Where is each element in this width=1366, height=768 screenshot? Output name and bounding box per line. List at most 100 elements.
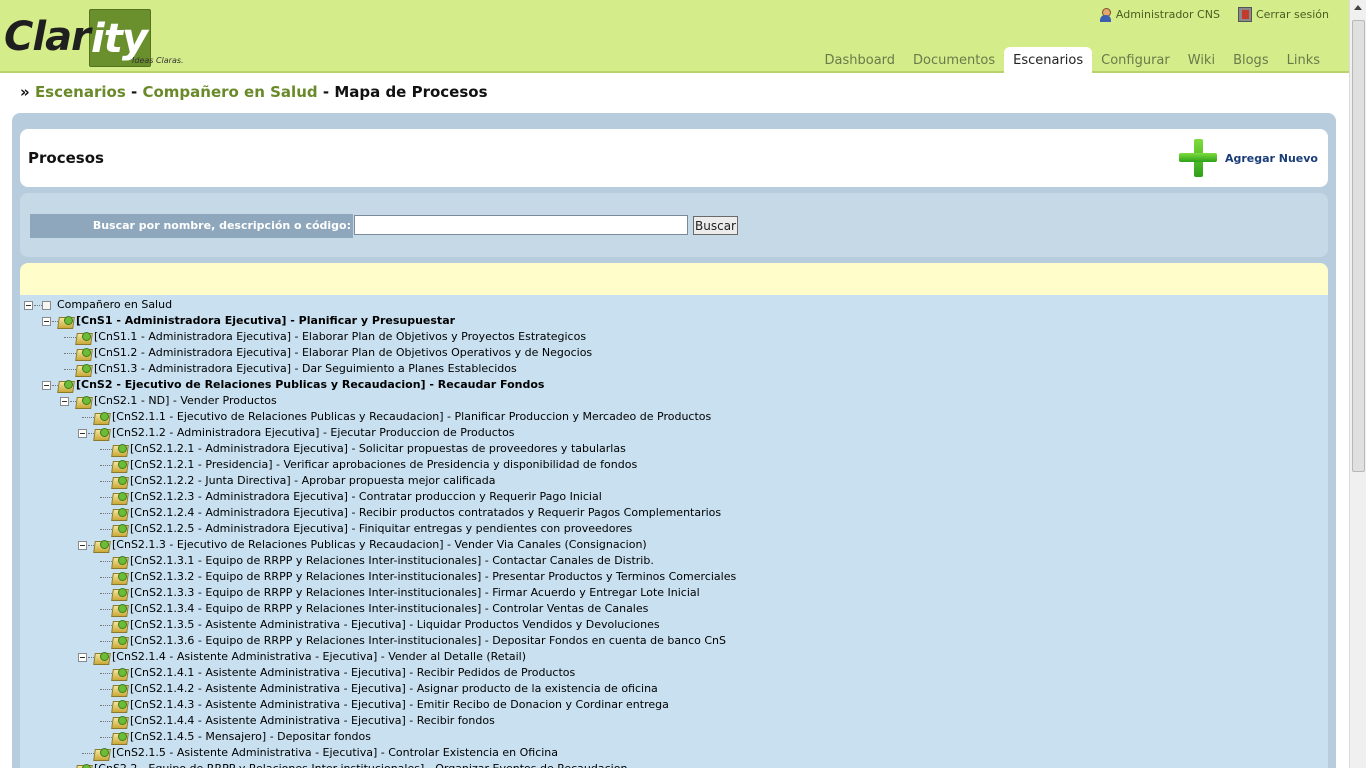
tree-node[interactable]: [CnS2.1.1 - Ejecutivo de Relaciones Publ… [20, 409, 1328, 425]
collapse-toggle-icon[interactable] [78, 541, 87, 550]
tree-node-label: [CnS2.1.3.2 - Equipo de RRPP y Relacione… [130, 570, 737, 583]
collapse-toggle-icon[interactable] [24, 301, 33, 310]
breadcrumb-prefix: » [20, 83, 30, 101]
tree-node-label: [CnS2.1 - ND] - Vender Productos [94, 394, 277, 407]
scroll-thumb[interactable] [1352, 20, 1365, 472]
user-profile-link[interactable]: Administrador CNS [1099, 7, 1220, 22]
process-icon [75, 762, 91, 768]
tree-node-label: [CnS2.1.3.3 - Equipo de RRPP y Relacione… [130, 586, 700, 599]
main-panel: Procesos Agregar Nuevo Buscar por nombre… [12, 113, 1336, 768]
tree-node-label: [CnS2.1.4.3 - Asistente Administrativa -… [130, 698, 669, 711]
main-nav: Dashboard Documentos Escenarios Configurar W… [816, 47, 1330, 73]
collapse-toggle-icon[interactable] [78, 653, 87, 662]
tree-node[interactable]: [CnS2.1 - ND] - Vender Productos [20, 393, 1328, 409]
add-new-button[interactable]: Agregar Nuevo [1178, 137, 1318, 179]
process-icon [111, 570, 127, 584]
tree-node[interactable]: Compañero en Salud [20, 297, 1328, 313]
nav-tab-wiki[interactable]: Wiki [1179, 47, 1224, 73]
tree-node-label: [CnS2.1.2.3 - Administradora Ejecutiva] … [130, 490, 602, 503]
scroll-up-arrow-icon[interactable] [1354, 5, 1362, 10]
nav-tab-escenarios[interactable]: Escenarios [1004, 47, 1093, 73]
tree-node[interactable]: [CnS2.1.4.5 - Mensajero] - Depositar fon… [20, 729, 1328, 745]
collapse-toggle-icon[interactable] [60, 397, 69, 406]
process-icon [111, 698, 127, 712]
user-icon [1099, 7, 1112, 22]
process-icon [111, 458, 127, 472]
tree-node[interactable]: [CnS2.1.4.3 - Asistente Administrativa -… [20, 697, 1328, 713]
tree-node-label: [CnS2.1.4.5 - Mensajero] - Depositar fon… [130, 730, 371, 743]
tree-node[interactable]: [CnS2.1.2.4 - Administradora Ejecutiva] … [20, 505, 1328, 521]
nav-tab-blogs[interactable]: Blogs [1224, 47, 1278, 73]
breadcrumb-separator: - [322, 83, 330, 101]
tree-connector [34, 305, 42, 306]
process-icon [93, 650, 109, 664]
collapse-toggle-icon[interactable] [42, 317, 51, 326]
nav-tab-links[interactable]: Links [1278, 47, 1329, 73]
tree-node[interactable]: [CnS2.1.3.6 - Equipo de RRPP y Relacione… [20, 633, 1328, 649]
process-icon [111, 714, 127, 728]
tree-node-label: [CnS1.3 - Administradora Ejecutiva] - Da… [94, 362, 517, 375]
page-title: Procesos [28, 149, 104, 167]
tree-node[interactable]: [CnS2.1.3.3 - Equipo de RRPP y Relacione… [20, 585, 1328, 601]
user-links: Administrador CNS Cerrar sesión [1099, 7, 1329, 22]
tree-node[interactable]: [CnS2.1.4 - Asistente Administrativa - E… [20, 649, 1328, 665]
tree-node[interactable]: [CnS1 - Administradora Ejecutiva] - Plan… [20, 313, 1328, 329]
tree-node[interactable]: [CnS2.2 - Equipo de RRPP y Relaciones In… [20, 761, 1328, 768]
tree-node-label: [CnS2.1.1 - Ejecutivo de Relaciones Publ… [112, 410, 712, 423]
tree-node[interactable]: [CnS2.1.3 - Ejecutivo de Relaciones Publ… [20, 537, 1328, 553]
tree-node[interactable]: [CnS2.1.3.4 - Equipo de RRPP y Relacione… [20, 601, 1328, 617]
process-icon [111, 506, 127, 520]
process-icon [111, 554, 127, 568]
tree-node[interactable]: [CnS2.1.4.2 - Asistente Administrativa -… [20, 681, 1328, 697]
tree-node[interactable]: [CnS2.1.2.1 - Administradora Ejecutiva] … [20, 441, 1328, 457]
collapse-toggle-icon[interactable] [42, 381, 51, 390]
breadcrumb-separator: - [131, 83, 138, 101]
clarity-logo[interactable]: Clar ity Ideas Claras. [4, 6, 184, 67]
logout-link[interactable]: Cerrar sesión [1237, 7, 1329, 22]
search-button[interactable]: Buscar [693, 216, 738, 235]
nav-tab-dashboard[interactable]: Dashboard [816, 47, 905, 73]
tree-node[interactable]: [CnS2.1.3.5 - Asistente Administrativa -… [20, 617, 1328, 633]
tree-node-label: [CnS2.1.4 - Asistente Administrativa - E… [112, 650, 527, 663]
notice-bar [20, 263, 1328, 295]
tree-node[interactable]: [CnS2.1.2.1 - Presidencia] - Verificar a… [20, 457, 1328, 473]
tree-node[interactable]: [CnS2.1.4.4 - Asistente Administrativa -… [20, 713, 1328, 729]
breadcrumb-link-scenario[interactable]: Compañero en Salud [142, 83, 317, 101]
tree-node[interactable]: [CnS1.2 - Administradora Ejecutiva] - El… [20, 345, 1328, 361]
tree-node[interactable]: [CnS1.3 - Administradora Ejecutiva] - Da… [20, 361, 1328, 377]
title-box: Procesos Agregar Nuevo [20, 129, 1328, 187]
tree-node-label: [CnS2.1.4.1 - Asistente Administrativa -… [130, 666, 576, 679]
process-icon [111, 442, 127, 456]
tree-node[interactable]: [CnS2.1.4.1 - Asistente Administrativa -… [20, 665, 1328, 681]
tree-node[interactable]: [CnS2.1.2.3 - Administradora Ejecutiva] … [20, 489, 1328, 505]
collapse-toggle-icon[interactable] [78, 429, 87, 438]
search-input[interactable] [354, 215, 688, 235]
tree-node-label: [CnS2 - Ejecutivo de Relaciones Publicas… [76, 378, 545, 391]
tree-node[interactable]: [CnS2.1.2 - Administradora Ejecutiva] - … [20, 425, 1328, 441]
tree-node[interactable]: [CnS2 - Ejecutivo de Relaciones Publicas… [20, 377, 1328, 393]
tree-node-label: [CnS2.1.3.4 - Equipo de RRPP y Relacione… [130, 602, 649, 615]
tree-node-label: [CnS1.2 - Administradora Ejecutiva] - El… [94, 346, 593, 359]
nav-tab-configurar[interactable]: Configurar [1092, 47, 1179, 73]
page-scrollbar[interactable] [1349, 0, 1366, 768]
tree-node[interactable]: [CnS2.1.2.5 - Administradora Ejecutiva] … [20, 521, 1328, 537]
process-icon [93, 746, 109, 760]
breadcrumb-link-escenarios[interactable]: Escenarios [35, 83, 126, 101]
process-icon [75, 330, 91, 344]
tree-node-label: [CnS2.1.4.2 - Asistente Administrativa -… [130, 682, 658, 695]
tree-node-label: [CnS2.1.2 - Administradora Ejecutiva] - … [112, 426, 515, 439]
logo-text-prefix: Clar [4, 14, 91, 60]
tree-node-label: [CnS2.1.2.2 - Junta Directiva] - Aprobar… [130, 474, 496, 487]
tree-node[interactable]: [CnS2.1.5 - Asistente Administrativa - E… [20, 745, 1328, 761]
root-node-icon [42, 301, 51, 310]
process-icon [75, 362, 91, 376]
tree-node-label: [CnS2.1.5 - Asistente Administrativa - E… [112, 746, 559, 759]
tree-node[interactable]: [CnS2.1.3.1 - Equipo de RRPP y Relacione… [20, 553, 1328, 569]
nav-tab-documentos[interactable]: Documentos [904, 47, 1004, 73]
process-icon [111, 586, 127, 600]
tree-node-label: [CnS1.1 - Administradora Ejecutiva] - El… [94, 330, 587, 343]
tree-node[interactable]: [CnS1.1 - Administradora Ejecutiva] - El… [20, 329, 1328, 345]
tree-node[interactable]: [CnS2.1.2.2 - Junta Directiva] - Aprobar… [20, 473, 1328, 489]
tree-node[interactable]: [CnS2.1.3.2 - Equipo de RRPP y Relacione… [20, 569, 1328, 585]
process-icon [93, 410, 109, 424]
